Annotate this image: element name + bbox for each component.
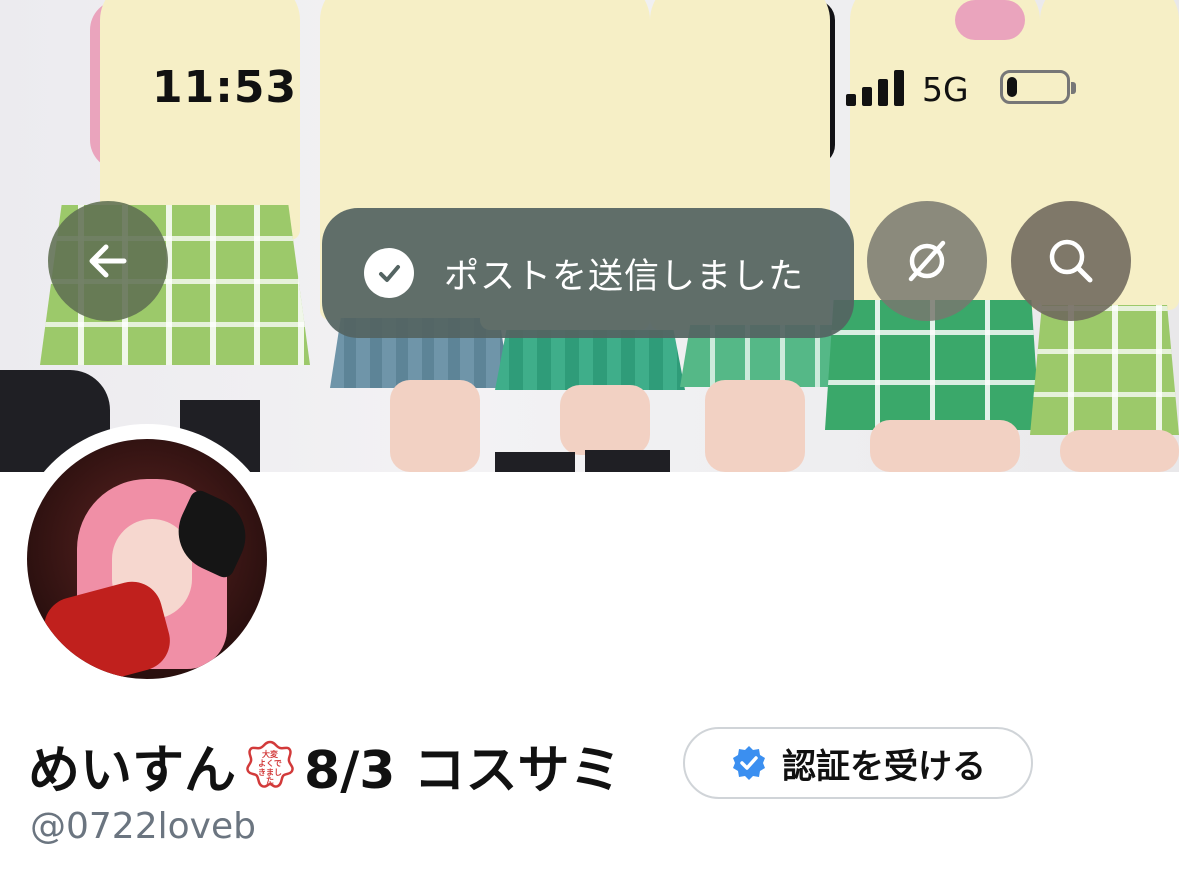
get-verified-label: 認証を受ける [782, 746, 986, 787]
banner-figure [705, 380, 805, 472]
display-name-prefix: めいすん [28, 741, 237, 801]
battery-icon [1000, 70, 1076, 104]
banner-figure [390, 380, 480, 472]
eye-slash-icon [908, 240, 946, 282]
status-time: 11:53 [152, 62, 298, 113]
get-verified-button[interactable]: 認証を受ける [683, 727, 1033, 799]
toast-message: ポストを送信しました [444, 256, 805, 297]
arrow-left-icon [89, 244, 127, 278]
cellular-signal-icon [846, 70, 904, 106]
battery-level [1007, 77, 1017, 97]
display-name: めいすん 大変 よくで きまし た 8/3 コスサミ [28, 728, 621, 803]
network-type: 5G [922, 70, 969, 109]
banner-figure [955, 0, 1025, 40]
avatar[interactable] [27, 439, 267, 679]
seal-text: よくで [258, 759, 282, 768]
toast-notification: ポストを送信しました [322, 208, 854, 338]
banner-figure [585, 450, 670, 472]
user-handle: @0722loveb [30, 806, 256, 847]
banner-figure [1060, 430, 1179, 472]
check-circle-icon [364, 248, 414, 298]
banner-figure [100, 0, 300, 240]
banner-figure [495, 330, 685, 390]
search-button[interactable] [1011, 201, 1131, 321]
banner-figure [870, 420, 1020, 472]
verified-badge-icon [733, 746, 765, 780]
banner-figure [560, 385, 650, 455]
seal-text: た [266, 775, 274, 785]
seal-text: 大変 [262, 749, 278, 759]
back-button[interactable] [48, 201, 168, 321]
banner-figure [1030, 305, 1179, 435]
search-icon [1049, 239, 1093, 283]
stamp-icon: 大変 よくで きまし た [242, 738, 298, 794]
hide-button[interactable] [867, 201, 987, 321]
display-name-suffix: 8/3 コスサミ [304, 741, 622, 801]
banner-figure [495, 452, 575, 472]
